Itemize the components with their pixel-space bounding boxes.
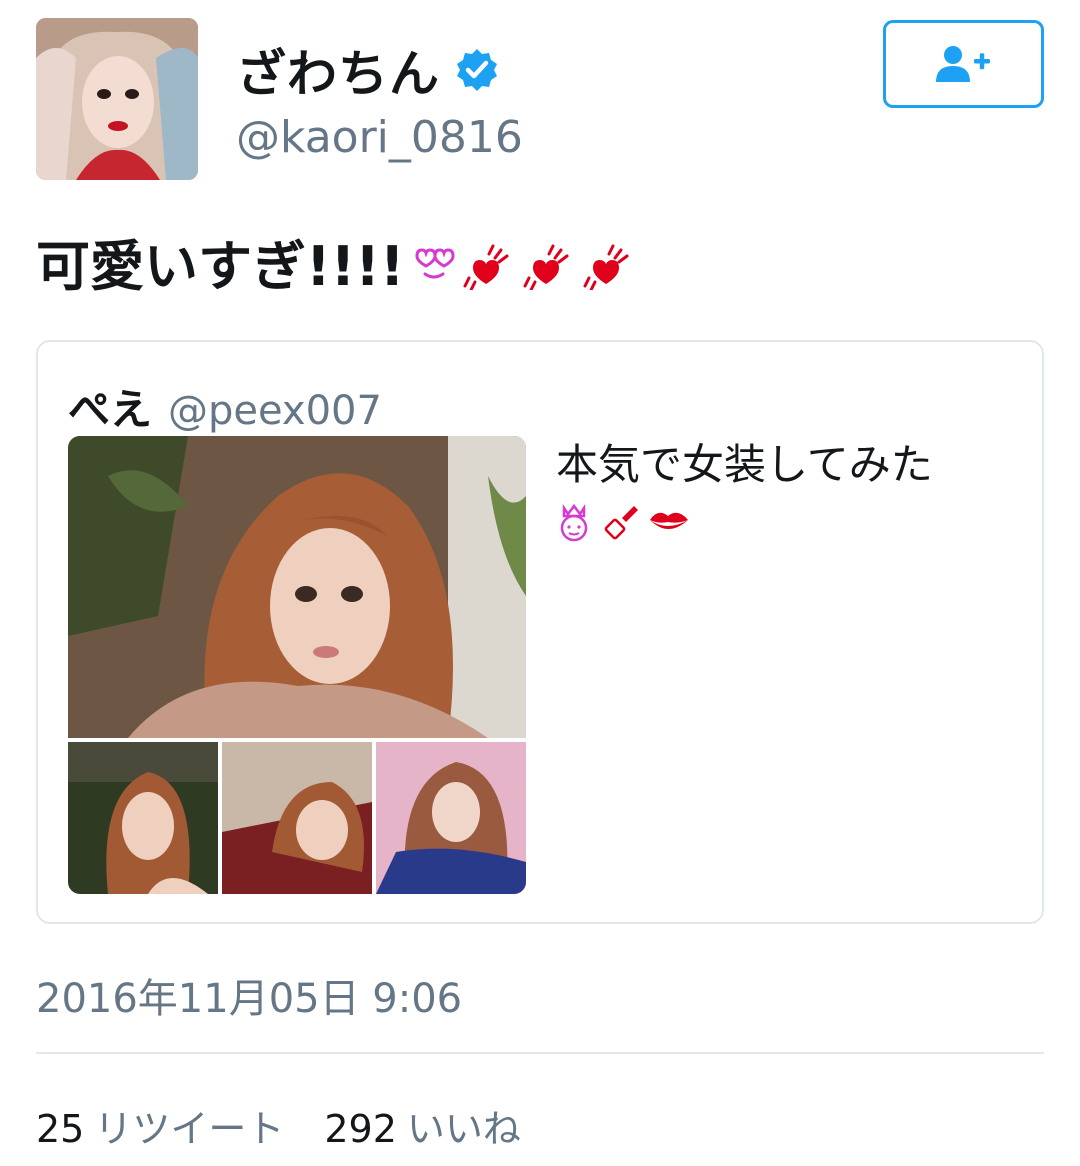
author-avatar[interactable] — [36, 18, 198, 180]
author-display-name[interactable]: ざわちん — [236, 34, 500, 106]
quoted-tweet-header: ぺえ @peex007 — [68, 376, 382, 437]
retweets-label[interactable]: リツイート — [94, 1098, 284, 1153]
retweets-count[interactable]: 25 — [36, 1107, 84, 1151]
tweet-emoji-group — [411, 234, 643, 290]
two-hearts-icon — [583, 244, 629, 290]
media-photo-3[interactable] — [222, 742, 372, 894]
tweet-text-content: 可愛いすぎ!!!! — [36, 235, 405, 298]
kiss-mark-icon — [650, 512, 688, 529]
quoted-emoji-group — [556, 499, 696, 561]
author-handle[interactable]: @kaori_0816 — [236, 112, 523, 163]
media-photo-4[interactable] — [376, 742, 526, 894]
princess-icon — [560, 503, 588, 541]
two-hearts-icon — [523, 244, 569, 290]
quoted-author-name: ぺえ — [68, 385, 153, 434]
divider — [36, 1052, 1044, 1054]
media-photo-1[interactable] — [68, 436, 526, 738]
author-name-text: ざわちん — [236, 45, 440, 103]
quoted-tweet-card[interactable]: ぺえ @peex007 本気で女装してみた — [36, 340, 1044, 924]
lipstick-icon — [604, 505, 638, 539]
quoted-tweet-text-content: 本気で女装してみた — [556, 440, 933, 489]
tweet-stats: 25 リツイート 292 いいね — [36, 1098, 561, 1153]
media-photo-2[interactable] — [68, 742, 218, 894]
verified-badge-icon — [454, 47, 500, 93]
likes-count[interactable]: 292 — [324, 1107, 397, 1151]
two-hearts-icon — [463, 244, 509, 290]
quoted-author-handle: @peex007 — [168, 388, 382, 434]
tweet-timestamp[interactable]: 2016年11月05日 9:06 — [36, 966, 462, 1024]
tweet-text: 可愛いすぎ!!!! — [36, 222, 643, 301]
follow-button[interactable] — [883, 20, 1044, 108]
quoted-media-grid[interactable] — [68, 436, 526, 894]
quoted-tweet-text: 本気で女装してみた — [556, 434, 956, 561]
follow-user-icon — [935, 46, 990, 82]
likes-label[interactable]: いいね — [407, 1098, 521, 1153]
heart-eyes-face-icon — [415, 247, 455, 278]
